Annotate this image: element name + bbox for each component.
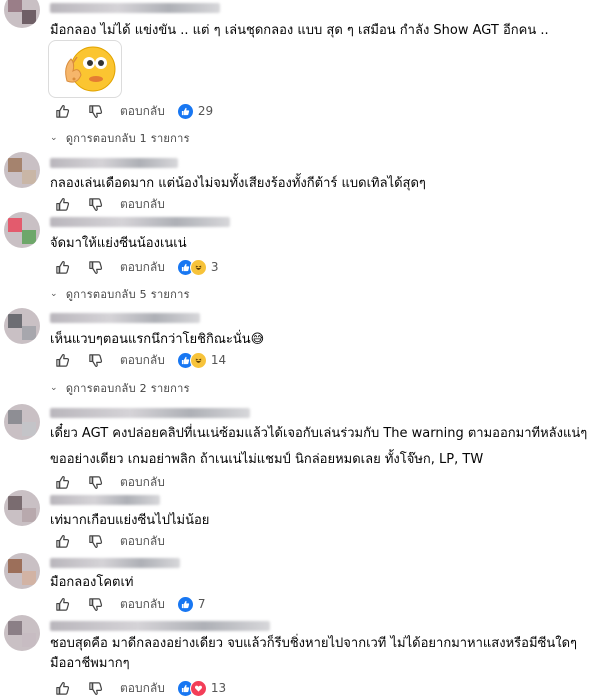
- reaction-summary[interactable]: 7: [176, 595, 206, 613]
- thumbs-up-icon[interactable]: [53, 102, 71, 120]
- comment-text: เท่มากเกือบแย่งซีนไปไม่น้อย: [50, 513, 210, 528]
- reaction-summary[interactable]: 29: [176, 102, 214, 120]
- avatar[interactable]: [4, 212, 40, 248]
- thumbs-down-icon[interactable]: [86, 473, 104, 491]
- commenter-name[interactable]: [50, 408, 250, 418]
- thumbs-up-icon[interactable]: [53, 473, 71, 491]
- thumbs-up-icon[interactable]: [53, 351, 71, 369]
- chevron-down-icon: ⌄: [50, 289, 58, 299]
- thumbs-down-icon[interactable]: [86, 595, 104, 613]
- view-replies-button[interactable]: ⌄ ดูการตอบกลับ 5 รายการ: [50, 285, 190, 303]
- avatar[interactable]: [4, 0, 40, 28]
- like-reaction-icon: [176, 595, 194, 613]
- thumbs-up-icon[interactable]: [53, 679, 71, 697]
- thumbs-down-icon[interactable]: [86, 679, 104, 697]
- comment-actions: ตอบกลับ 14: [50, 351, 226, 369]
- like-reaction-icon: [176, 102, 194, 120]
- reaction-summary[interactable]: 14: [176, 351, 227, 369]
- reaction-count: 13: [210, 681, 227, 695]
- chevron-down-icon: ⌄: [50, 383, 58, 393]
- thumbs-down-icon[interactable]: [86, 102, 104, 120]
- view-replies-label: ดูการตอบกลับ 5 รายการ: [65, 288, 190, 301]
- reply-button[interactable]: ตอบกลับ: [120, 473, 165, 492]
- commenter-name[interactable]: [50, 313, 200, 323]
- haha-reaction-icon: [189, 258, 207, 276]
- view-replies-button[interactable]: ⌄ ดูการตอบกลับ 1 รายการ: [50, 129, 190, 147]
- reaction-count: 29: [197, 104, 214, 118]
- haha-reaction-icon: [189, 351, 207, 369]
- reaction-summary[interactable]: 3: [176, 258, 219, 276]
- commenter-name[interactable]: [50, 3, 220, 13]
- comment-actions: ตอบกลับ: [50, 473, 165, 491]
- thumbs-down-icon[interactable]: [86, 532, 104, 550]
- view-replies-label: ดูการตอบกลับ 2 รายการ: [65, 382, 190, 395]
- comment-text: มือกลองโคตเท่: [50, 575, 134, 590]
- comment-text-line-2: ขออย่างเดียว เกมอย่าพลิก ถ้าเนเน่ไม่แชมป…: [50, 452, 484, 467]
- reaction-count: 14: [210, 353, 227, 367]
- comment-text: จัดมาให้แย่งซีนน้องเนเน่: [50, 236, 187, 251]
- comment-actions: ตอบกลับ: [50, 532, 165, 550]
- view-replies-button[interactable]: ⌄ ดูการตอบกลับ 2 รายการ: [50, 379, 190, 397]
- reply-button[interactable]: ตอบกลับ: [120, 595, 165, 614]
- thumbs-up-icon[interactable]: [53, 258, 71, 276]
- avatar[interactable]: [4, 308, 40, 344]
- comment-text: เห็นแวบๆตอนแรกนึกว่าโยชิกิณะนั่น😅: [50, 332, 265, 347]
- avatar[interactable]: [4, 615, 40, 651]
- avatar[interactable]: [4, 553, 40, 589]
- view-replies-label: ดูการตอบกลับ 1 รายการ: [65, 132, 190, 145]
- comment-text: เดี๋ยว AGT คงปล่อยคลิปที่เนเน่ซ้อมแล้วได…: [50, 426, 588, 441]
- comment-actions: ตอบกลับ: [50, 195, 165, 213]
- comment-text: ชอบสุดคือ มาดีกลองอย่างเดียว จบแล้วก็รีบ…: [50, 636, 578, 651]
- reply-button[interactable]: ตอบกลับ: [120, 195, 165, 214]
- thumbs-up-icon[interactable]: [53, 595, 71, 613]
- comment-actions: ตอบกลับ 13: [50, 679, 226, 697]
- comment-text-line-2: มืออาชีพมากๆ: [50, 656, 130, 671]
- commenter-name[interactable]: [50, 495, 160, 505]
- love-reaction-icon: [189, 679, 207, 697]
- reply-button[interactable]: ตอบกลับ: [120, 102, 165, 121]
- commenter-name[interactable]: [50, 217, 230, 227]
- comment-actions: ตอบกลับ 3: [50, 258, 219, 276]
- commenter-name[interactable]: [50, 558, 180, 568]
- thumbs-down-icon[interactable]: [86, 195, 104, 213]
- reaction-count: 7: [197, 597, 206, 611]
- avatar[interactable]: [4, 404, 40, 440]
- chevron-down-icon: ⌄: [50, 133, 58, 143]
- avatar[interactable]: [4, 152, 40, 188]
- reply-button[interactable]: ตอบกลับ: [120, 258, 165, 277]
- comment-text: มือกลอง ไม่ได้ แข่งขัน .. แต่ ๆ เล่นชุดก…: [50, 23, 549, 38]
- comment-text: กลองเล่นเดือดมาก แต่น้องไม่จมทั้งเสียงร้…: [50, 176, 426, 191]
- thumbs-down-icon[interactable]: [86, 351, 104, 369]
- reply-button[interactable]: ตอบกลับ: [120, 351, 165, 370]
- thumbs-down-icon[interactable]: [86, 258, 104, 276]
- reply-button[interactable]: ตอบกลับ: [120, 532, 165, 551]
- avatar[interactable]: [4, 490, 40, 526]
- thumbs-up-icon[interactable]: [53, 195, 71, 213]
- face-hiding-sticker: [48, 40, 122, 98]
- reaction-summary[interactable]: 13: [176, 679, 227, 697]
- comment-actions: ตอบกลับ 7: [50, 595, 206, 613]
- commenter-name[interactable]: [50, 158, 178, 168]
- reply-button[interactable]: ตอบกลับ: [120, 679, 165, 698]
- commenter-name[interactable]: [50, 621, 270, 631]
- reaction-count: 3: [210, 260, 219, 274]
- comment-actions: ตอบกลับ 29: [50, 102, 213, 120]
- thumbs-up-icon[interactable]: [53, 532, 71, 550]
